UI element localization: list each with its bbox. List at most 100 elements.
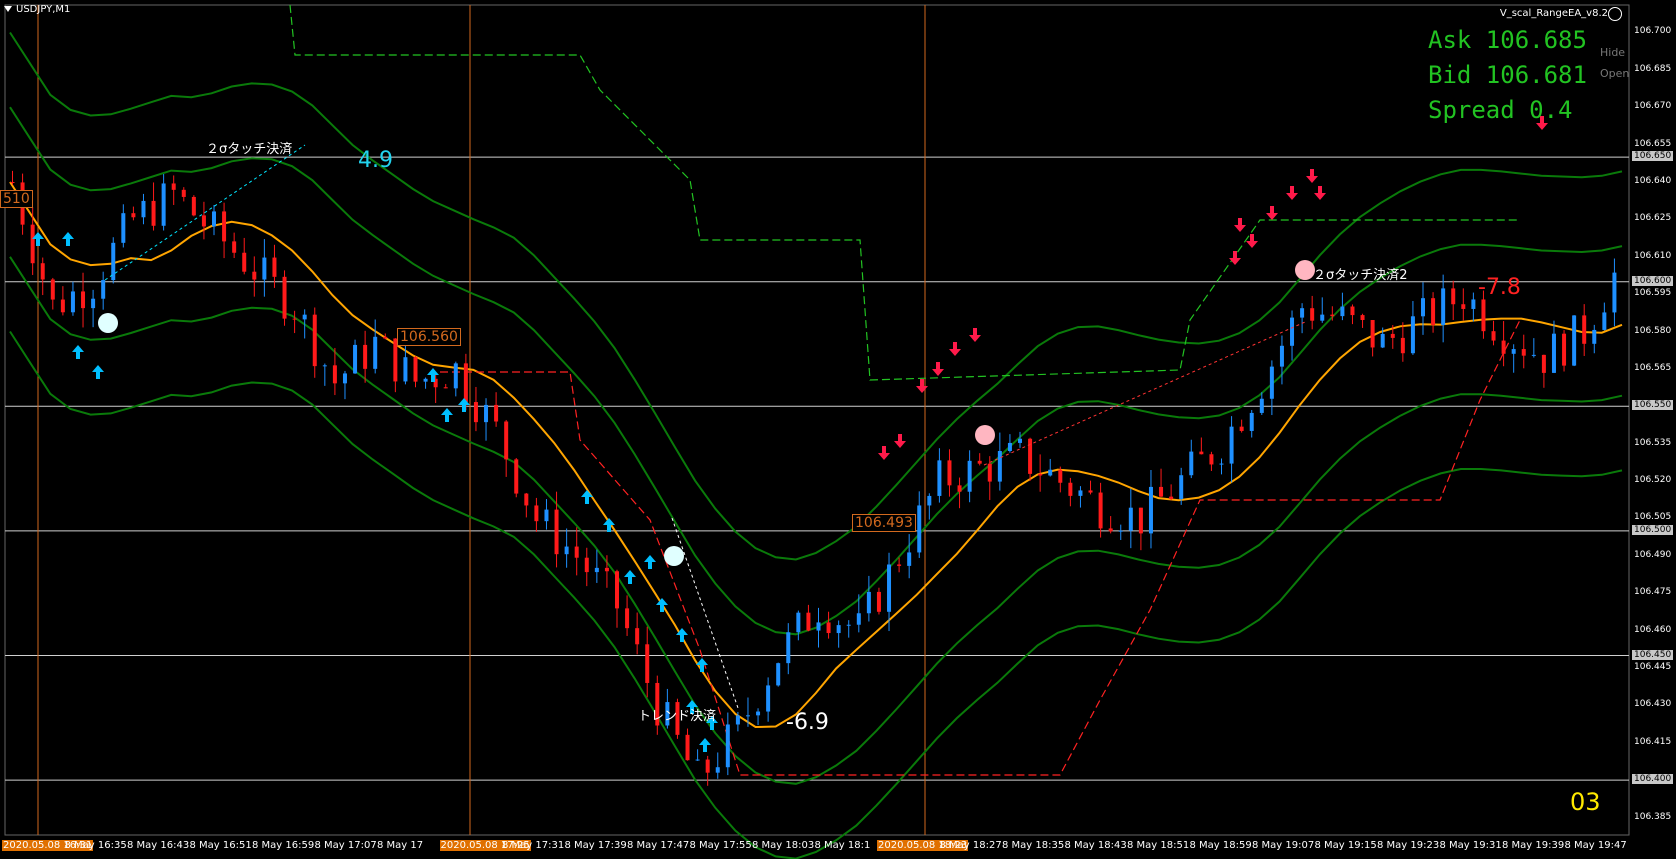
candle-body bbox=[484, 404, 489, 423]
price-chart[interactable] bbox=[0, 0, 1676, 859]
candle-body bbox=[1058, 469, 1063, 483]
time-tick-label: 8 May 18:1 bbox=[814, 840, 871, 851]
candle-body bbox=[292, 318, 297, 320]
candle-body bbox=[332, 365, 337, 384]
smiley-icon bbox=[1608, 7, 1622, 21]
candle-body bbox=[846, 624, 851, 626]
time-tick-label: 8 May 16:43 bbox=[127, 840, 190, 851]
time-tick-label: 8 May 19:31 bbox=[1439, 840, 1502, 851]
candle-body bbox=[302, 314, 307, 320]
candle-body bbox=[856, 613, 861, 625]
candle-body bbox=[1048, 469, 1053, 476]
candle-body bbox=[1128, 507, 1133, 531]
price-tick-label: 106.565 bbox=[1634, 362, 1672, 373]
candle-body bbox=[1148, 486, 1153, 534]
candle-body bbox=[111, 242, 116, 281]
candle-body bbox=[866, 591, 871, 614]
candle-body bbox=[897, 564, 902, 566]
candle-body bbox=[423, 378, 428, 382]
candle-body bbox=[252, 271, 257, 280]
price-tick-label: 106.490 bbox=[1634, 549, 1672, 560]
candle-body bbox=[1461, 304, 1466, 309]
candle-body bbox=[554, 509, 559, 555]
candle-body bbox=[1602, 312, 1607, 330]
candle-body bbox=[776, 663, 781, 686]
candle-body bbox=[1269, 366, 1274, 399]
candle-body bbox=[60, 299, 65, 313]
candle-body bbox=[504, 421, 509, 460]
candle-body bbox=[1219, 463, 1224, 465]
candle-body bbox=[222, 211, 227, 242]
price-tick-label: 106.670 bbox=[1634, 101, 1672, 112]
candle-body bbox=[1249, 412, 1254, 431]
candle-body bbox=[1078, 490, 1083, 496]
candle-body bbox=[1360, 315, 1365, 321]
price-tick-label: 106.415 bbox=[1634, 736, 1672, 747]
time-tick-label: 8 May 18:03 bbox=[752, 840, 815, 851]
time-tick-label: 8 May 16:35 bbox=[64, 840, 127, 851]
candle-body bbox=[695, 759, 700, 761]
time-tick-label: 8 May 19:07 bbox=[1252, 840, 1315, 851]
price-tick-label: 106.500 bbox=[1632, 524, 1674, 535]
touch-close-label-1: ２σタッチ決済 bbox=[206, 142, 293, 157]
candle-body bbox=[262, 257, 267, 280]
candle-body bbox=[1209, 454, 1214, 465]
candle-body bbox=[1189, 451, 1194, 476]
level-marker-510: 510 bbox=[0, 190, 33, 208]
candle-body bbox=[373, 336, 378, 369]
candle-body bbox=[1400, 337, 1405, 354]
candle-body bbox=[796, 612, 801, 633]
symbol-title[interactable]: USDJPY,M1 bbox=[4, 4, 70, 15]
entry-marker-2 bbox=[664, 546, 684, 566]
price-tick-label: 106.505 bbox=[1634, 512, 1672, 523]
candle-body bbox=[1612, 272, 1617, 313]
candle-body bbox=[201, 215, 206, 227]
candle-body bbox=[473, 402, 478, 423]
price-tick-label: 106.520 bbox=[1634, 475, 1672, 486]
candle-body bbox=[1481, 299, 1486, 332]
candle-body bbox=[917, 505, 922, 553]
candle-body bbox=[514, 459, 519, 494]
candle-body bbox=[101, 280, 106, 299]
candle-body bbox=[1007, 442, 1012, 451]
candle-body bbox=[353, 344, 358, 374]
entry-marker-1 bbox=[98, 313, 118, 333]
candle-body bbox=[81, 291, 86, 309]
chevron-down-icon[interactable] bbox=[4, 6, 12, 12]
candle-body bbox=[1239, 426, 1244, 431]
price-tick-label: 106.625 bbox=[1634, 213, 1672, 224]
time-tick-label: 8 May 18:51 bbox=[1127, 840, 1190, 851]
candle-body bbox=[947, 460, 952, 486]
candle-body bbox=[121, 213, 126, 243]
time-tick-label: 8 May 17 bbox=[377, 840, 424, 851]
candle-body bbox=[242, 252, 247, 272]
candle-body bbox=[1300, 308, 1305, 318]
candle-body bbox=[1410, 316, 1415, 354]
candle-body bbox=[977, 460, 982, 464]
candle-body bbox=[1441, 288, 1446, 326]
price-tick-label: 106.450 bbox=[1632, 649, 1674, 660]
spread-quote: Spread 0.4 bbox=[1428, 96, 1573, 124]
ask-quote: Ask 106.685 bbox=[1428, 26, 1587, 54]
candle-body bbox=[363, 344, 368, 369]
open-button[interactable]: Open bbox=[1600, 67, 1629, 80]
candle-body bbox=[1290, 317, 1295, 346]
price-tick-label: 106.600 bbox=[1632, 275, 1674, 286]
candle-body bbox=[1521, 349, 1526, 356]
candle-body bbox=[997, 450, 1002, 482]
price-tick-label: 106.685 bbox=[1634, 63, 1672, 74]
time-tick-label: 8 May 19:15 bbox=[1314, 840, 1377, 851]
hide-button[interactable]: Hide bbox=[1600, 46, 1625, 59]
candle-body bbox=[10, 182, 15, 183]
candle-body bbox=[645, 644, 650, 683]
candle-body bbox=[1340, 306, 1345, 317]
candle-body bbox=[987, 463, 992, 482]
time-tick-label: 8 May 17:47 bbox=[627, 840, 690, 851]
candle-body bbox=[151, 200, 156, 226]
candle-body bbox=[1491, 331, 1496, 341]
candle-body bbox=[937, 460, 942, 496]
candle-body bbox=[181, 189, 186, 197]
entry-marker-4 bbox=[1295, 260, 1315, 280]
price-tick-label: 106.650 bbox=[1632, 151, 1674, 162]
candle-body bbox=[715, 767, 720, 773]
